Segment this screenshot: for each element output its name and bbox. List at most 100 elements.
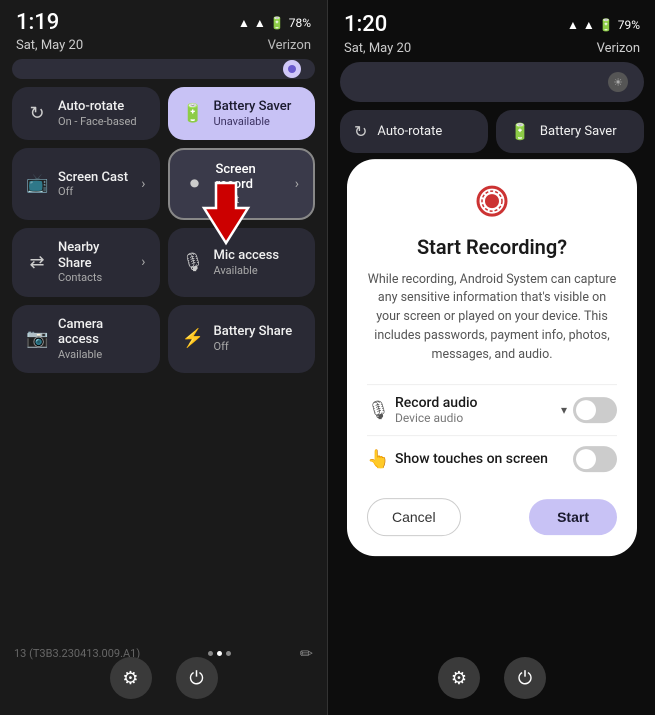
start-button[interactable]: Start — [529, 499, 617, 535]
nearby-share-label: Nearby Share — [58, 240, 131, 271]
right-settings-button[interactable]: ⚙ — [438, 657, 480, 699]
tile-nearby-share[interactable]: ⇄ Nearby Share Contacts › — [12, 228, 160, 296]
right-auto-rotate-label: Auto-rotate — [377, 124, 442, 139]
mic-sub: Available — [214, 264, 302, 277]
battery-share-icon: ⚡ — [182, 328, 204, 349]
tile-battery-share[interactable]: ⚡ Battery Share Off — [168, 305, 316, 373]
left-brightness-slider[interactable] — [12, 59, 315, 79]
right-tile-battery-saver: 🔋 Battery Saver — [496, 110, 644, 153]
battery-saver-label: Battery Saver — [214, 99, 302, 115]
signal-icon: ▲ — [254, 16, 266, 30]
start-recording-dialog: Start Recording? While recording, Androi… — [347, 159, 637, 557]
left-time: 1:19 — [16, 12, 59, 34]
right-settings-icon: ⚙ — [451, 668, 467, 689]
right-date: Sat, May 20 — [344, 41, 411, 56]
show-touches-controls — [573, 446, 617, 472]
right-signal-icon: ▲ — [583, 18, 595, 32]
camera-icon: 📷 — [26, 328, 48, 349]
right-wifi-icon: ▲ — [567, 18, 579, 32]
auto-rotate-icon: ↻ — [26, 103, 48, 124]
screen-record-sub: Start — [216, 193, 285, 206]
right-status-bar: 1:20 ▲ ▲ 🔋 79% — [328, 0, 655, 41]
left-tiles-grid: ↻ Auto-rotate On - Face-based 🔋 Battery … — [0, 87, 327, 373]
tile-screen-record[interactable]: ⏺ Screen record Start › — [168, 148, 316, 220]
dialog-title: Start Recording? — [367, 235, 617, 259]
left-phone-panel: 1:19 ▲ ▲ 🔋 78% Sat, May 20 Verizon ↻ Aut… — [0, 0, 327, 715]
screen-cast-icon: 📺 — [26, 173, 48, 194]
screen-cast-label: Screen Cast — [58, 170, 131, 186]
record-icon-container — [367, 183, 617, 223]
dot-2 — [217, 651, 222, 656]
right-status-icons: ▲ ▲ 🔋 79% — [567, 18, 640, 32]
right-brightness-slider[interactable]: ☀ — [340, 62, 644, 102]
battery-icon: 🔋 — [270, 16, 285, 30]
camera-label: Camera access — [58, 317, 146, 348]
right-battery-saver-icon: 🔋 — [510, 122, 530, 141]
record-audio-toggle[interactable] — [573, 397, 617, 423]
record-audio-dropdown[interactable]: ▾ — [561, 403, 567, 417]
right-brightness-knob: ☀ — [608, 72, 628, 92]
right-battery-icon: 🔋 — [599, 18, 614, 32]
tile-screen-cast[interactable]: 📺 Screen Cast Off › — [12, 148, 160, 220]
left-status-icons: ▲ ▲ 🔋 78% — [238, 16, 311, 30]
cancel-button[interactable]: Cancel — [367, 498, 461, 536]
left-settings-button[interactable]: ⚙ — [110, 657, 152, 699]
right-power-button[interactable]: ⏻ — [504, 657, 546, 699]
wifi-icon: ▲ — [238, 16, 250, 30]
dialog-buttons: Cancel Start — [367, 498, 617, 536]
right-bottom-bar: ⚙ ⏻ — [328, 657, 655, 699]
tile-battery-saver[interactable]: 🔋 Battery Saver Unavailable — [168, 87, 316, 140]
right-time: 1:20 — [344, 12, 387, 37]
right-battery-percent: 79% — [618, 18, 640, 32]
dot-1 — [208, 651, 213, 656]
right-carrier: Verizon — [597, 41, 640, 56]
dot-3 — [226, 651, 231, 656]
page-dots — [208, 651, 231, 656]
record-audio-option: 🎙 Record audio Device audio ▾ — [367, 384, 617, 435]
record-audio-label: Record audio — [395, 395, 561, 411]
screen-cast-chevron: › — [141, 176, 145, 192]
show-touches-icon: 👆 — [367, 449, 395, 470]
battery-saver-sub: Unavailable — [214, 115, 302, 128]
record-audio-controls: ▾ — [561, 397, 617, 423]
left-settings-icon: ⚙ — [122, 668, 138, 689]
brightness-sun-icon: ☀ — [613, 76, 623, 89]
show-touches-option: 👆 Show touches on screen — [367, 435, 617, 482]
record-audio-sub: Device audio — [395, 411, 561, 425]
dialog-description: While recording, Android System can capt… — [367, 271, 617, 365]
show-touches-toggle[interactable] — [573, 446, 617, 472]
left-bottom-bar: ⚙ ⏻ — [0, 657, 327, 699]
auto-rotate-sub: On - Face-based — [58, 115, 146, 128]
right-auto-rotate-icon: ↻ — [354, 122, 367, 141]
record-audio-icon: 🎙 — [367, 400, 395, 421]
tile-camera-access[interactable]: 📷 Camera access Available — [12, 305, 160, 373]
right-power-icon: ⏻ — [518, 668, 532, 689]
nearby-share-chevron: › — [141, 254, 145, 270]
screen-record-label: Screen record — [216, 162, 285, 193]
auto-rotate-label: Auto-rotate — [58, 99, 146, 115]
nearby-share-icon: ⇄ — [26, 252, 48, 273]
record-audio-toggle-thumb — [576, 400, 596, 420]
left-carrier: Verizon — [268, 38, 311, 53]
battery-saver-icon: 🔋 — [182, 103, 204, 124]
camera-sub: Available — [58, 348, 146, 361]
tile-mic-access[interactable]: 🎙 Mic access Available — [168, 228, 316, 296]
left-status-bar: 1:19 ▲ ▲ 🔋 78% — [0, 0, 327, 38]
mic-label: Mic access — [214, 248, 302, 264]
right-battery-saver-label: Battery Saver — [540, 124, 617, 139]
record-icon — [474, 183, 510, 219]
screen-record-chevron: › — [295, 176, 299, 192]
battery-percent: 78% — [289, 16, 311, 30]
left-power-icon: ⏻ — [189, 668, 203, 689]
left-power-button[interactable]: ⏻ — [176, 657, 218, 699]
screen-record-icon: ⏺ — [184, 173, 206, 194]
screen-cast-sub: Off — [58, 185, 131, 198]
battery-share-sub: Off — [214, 340, 302, 353]
show-touches-toggle-thumb — [576, 449, 596, 469]
tile-auto-rotate[interactable]: ↻ Auto-rotate On - Face-based — [12, 87, 160, 140]
nearby-share-sub: Contacts — [58, 271, 131, 284]
left-date: Sat, May 20 — [16, 38, 83, 53]
right-tiles-preview: ↻ Auto-rotate 🔋 Battery Saver — [328, 110, 655, 153]
brightness-knob[interactable] — [283, 60, 301, 78]
right-tile-auto-rotate: ↻ Auto-rotate — [340, 110, 488, 153]
